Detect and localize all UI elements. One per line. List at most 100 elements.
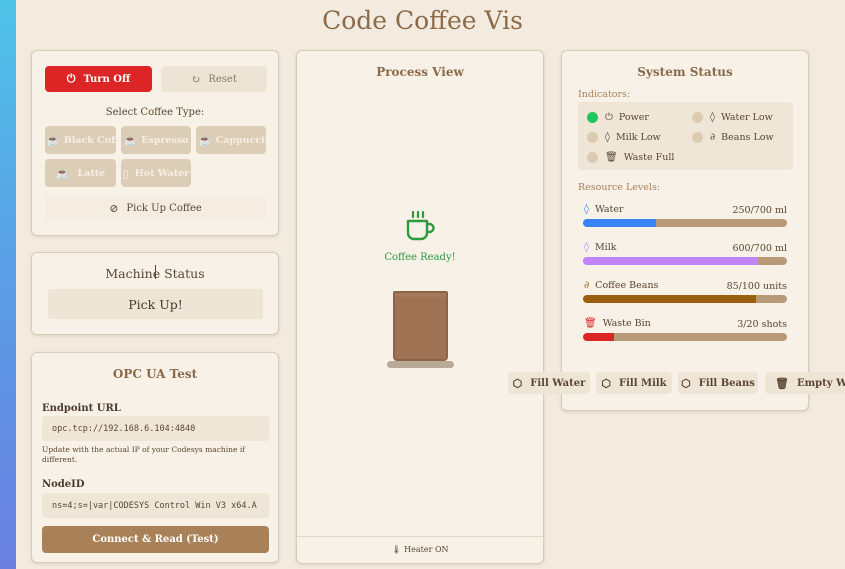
coffee-cup-graphic: [393, 291, 448, 361]
fill-beans-button[interactable]: ⬡ Fill Beans: [678, 372, 758, 394]
indicator-label: Water Low: [720, 112, 773, 123]
droplet-icon: ◊: [584, 204, 589, 215]
droplet-icon: ◊: [710, 112, 715, 123]
resource-name: Coffee Beans: [595, 280, 659, 291]
glass-icon: ▯: [122, 166, 129, 180]
fill-water-label: Fill Water: [530, 377, 586, 389]
droplet-icon: ◊: [584, 242, 589, 253]
resource-waste-bar: [583, 333, 787, 341]
resource-levels-label: Resource Levels:: [578, 182, 661, 193]
coffee-fill: [395, 297, 446, 359]
coffee-cup-icon: [406, 210, 435, 241]
reset-label: Reset: [208, 73, 237, 85]
system-status-panel: System Status Indicators: ⏻ Power ◊ Wate…: [561, 50, 809, 411]
resource-milk-bar: [583, 257, 787, 265]
resource-name: Milk: [594, 242, 617, 253]
check-circle-icon: ⊘: [109, 201, 119, 215]
node-id-input[interactable]: ns=4;s=|var|CODESYS Control Win V3 x64.A: [42, 493, 269, 518]
coffee-option-label: Latte: [77, 167, 106, 179]
drip-tray: [387, 361, 454, 368]
resource-name: Waste Bin: [602, 318, 651, 329]
trash-icon: 🗑: [584, 318, 597, 329]
coffee-option-latte[interactable]: ☕ Latte: [45, 159, 116, 187]
left-gradient-strip: [0, 0, 16, 569]
node-id-label: NodeID: [42, 479, 85, 490]
pick-up-coffee-button[interactable]: ⊘ Pick Up Coffee: [45, 195, 266, 221]
controls-panel: ⏻ Turn Off ↻ Reset Select Coffee Type: ☕…: [31, 50, 279, 236]
app-title: Code Coffee Vis: [322, 6, 523, 35]
indicators-label: Indicators:: [578, 89, 631, 100]
status-light: [587, 112, 598, 123]
resource-beans-value: 85/100 units: [726, 281, 787, 292]
resource-milk-value: 600/700 ml: [732, 243, 787, 254]
indicator-beans-low: ∂ Beans Low: [692, 132, 774, 143]
status-light: [692, 112, 703, 123]
resource-beans-label: ∂ Coffee Beans: [584, 280, 658, 291]
indicator-label: Milk Low: [615, 132, 661, 143]
select-coffee-type-label: Select Coffee Type:: [105, 107, 205, 118]
resource-name: Water: [594, 204, 624, 215]
opc-ua-test-panel: OPC UA Test Endpoint URL opc.tcp://192.1…: [31, 352, 279, 563]
indicator-label: Waste Full: [623, 152, 675, 163]
droplet-icon: ◊: [605, 132, 610, 143]
cube-icon: ⬡: [512, 376, 523, 390]
trash-icon: 🗑: [605, 152, 618, 163]
fill-milk-label: Fill Milk: [619, 377, 667, 389]
resource-milk-fill: [583, 257, 758, 265]
process-view-panel: Process View Coffee Ready! 🌡 Heater ON: [296, 50, 544, 564]
heater-status: 🌡 Heater ON: [297, 545, 543, 554]
process-status-text: Coffee Ready!: [384, 252, 456, 263]
cup-icon: ☕: [123, 133, 138, 147]
coffee-option-label: Black Coffee: [63, 134, 116, 146]
system-status-title: System Status: [637, 65, 733, 79]
reset-icon: ↻: [191, 72, 201, 86]
resource-water-bar: [583, 219, 787, 227]
resource-water-fill: [583, 219, 656, 227]
cup-icon: ☕: [55, 166, 70, 180]
endpoint-url-label: Endpoint URL: [42, 403, 121, 414]
fill-beans-label: Fill Beans: [698, 377, 755, 389]
resource-waste-value: 3/20 shots: [737, 319, 787, 330]
fill-water-button[interactable]: ⬡ Fill Water: [508, 372, 590, 394]
resource-water-label: ◊ Water: [584, 204, 624, 215]
indicator-label: Beans Low: [721, 132, 774, 143]
bean-icon: ∂: [584, 280, 590, 291]
coffee-option-label: Hot Water: [134, 167, 190, 179]
coffee-option-black-coffee[interactable]: ☕ Black Coffee: [45, 126, 116, 154]
indicator-waste-full: 🗑 Waste Full: [587, 152, 674, 163]
endpoint-hint-text: Update with the actual IP of your Codesy…: [42, 445, 245, 464]
power-icon: ⏻: [605, 112, 613, 123]
power-icon: ⏻: [66, 72, 76, 85]
fill-milk-button[interactable]: ⬡ Fill Milk: [596, 372, 672, 394]
coffee-option-espresso[interactable]: ☕ Espresso: [121, 126, 191, 154]
empty-waste-button[interactable]: 🗑 Empty Waste: [765, 372, 845, 394]
reset-button[interactable]: ↻ Reset: [161, 66, 267, 92]
cube-icon: ⬡: [681, 376, 691, 390]
bean-icon: ∂: [710, 132, 716, 143]
endpoint-url-input[interactable]: opc.tcp://192.168.6.104:4840: [42, 416, 269, 441]
turn-off-label: Turn Off: [83, 73, 131, 85]
opc-ua-test-title: OPC UA Test: [112, 367, 198, 381]
indicator-label: Power: [618, 112, 649, 123]
cube-icon: ⬡: [601, 376, 612, 390]
turn-off-button[interactable]: ⏻ Turn Off: [45, 66, 152, 92]
coffee-option-cappuccino[interactable]: ☕ Cappuccino: [196, 126, 266, 154]
resource-waste-fill: [583, 333, 614, 341]
indicator-power: ⏻ Power: [587, 112, 649, 123]
text-cursor: [155, 265, 156, 279]
cup-icon: ☕: [46, 133, 60, 147]
heater-status-label: Heater ON: [404, 545, 449, 554]
process-view-title: Process View: [376, 65, 464, 79]
resource-milk-label: ◊ Milk: [584, 242, 617, 253]
connect-read-button[interactable]: Connect & Read (Test): [42, 526, 269, 553]
indicator-water-low: ◊ Water Low: [692, 112, 773, 123]
machine-status-value: Pick Up!: [48, 289, 263, 319]
coffee-option-hot-water[interactable]: ▯ Hot Water: [121, 159, 191, 187]
empty-waste-label: Empty Waste: [796, 377, 845, 389]
coffee-option-label: Cappuccino: [215, 134, 266, 146]
status-light: [587, 152, 598, 163]
status-light: [587, 132, 598, 143]
resource-waste-label: 🗑 Waste Bin: [584, 318, 651, 329]
thermometer-icon: 🌡: [391, 545, 402, 554]
pick-up-coffee-label: Pick Up Coffee: [126, 202, 202, 214]
